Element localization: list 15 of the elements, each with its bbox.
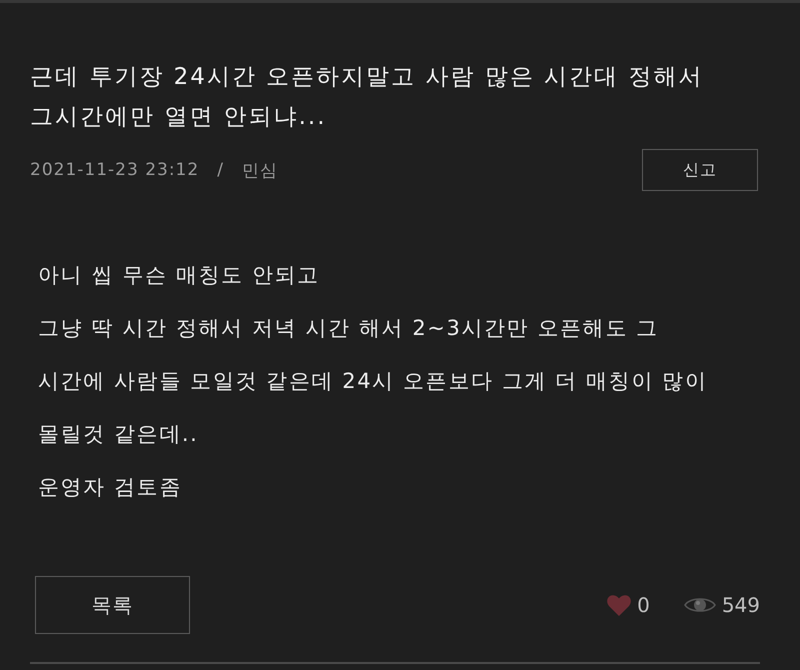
meta-separator: / (217, 160, 224, 180)
post-body-line: 운영자 검토좀 (38, 474, 182, 501)
post-title: 근데 투기장 24시간 오픈하지말고 사람 많은 시간대 정해서 그시간에만 열면 안되냐... (30, 63, 704, 132)
post-body-line: 시간에 사람들 모일것 같은데 24시 오픈보다 그게 더 매칭이 많이 (38, 368, 708, 395)
like-count: 0 (637, 593, 650, 617)
report-button[interactable]: 신고 (642, 149, 758, 191)
post-body-line: 아니 씹 무슨 매칭도 안되고 (38, 262, 320, 289)
list-button[interactable]: 목록 (35, 576, 190, 634)
post-body-line: 몰릴것 같은데.. (38, 421, 198, 448)
post-author: 민심 (242, 160, 278, 182)
eye-icon (684, 595, 716, 615)
heart-icon[interactable] (607, 594, 632, 616)
post-body-line: 그냥 딱 시간 정해서 저녁 시간 해서 2~3시간만 오픈해도 그 (38, 315, 659, 342)
post-date: 2021-11-23 23:12 (30, 160, 200, 180)
view-count: 549 (722, 593, 760, 617)
